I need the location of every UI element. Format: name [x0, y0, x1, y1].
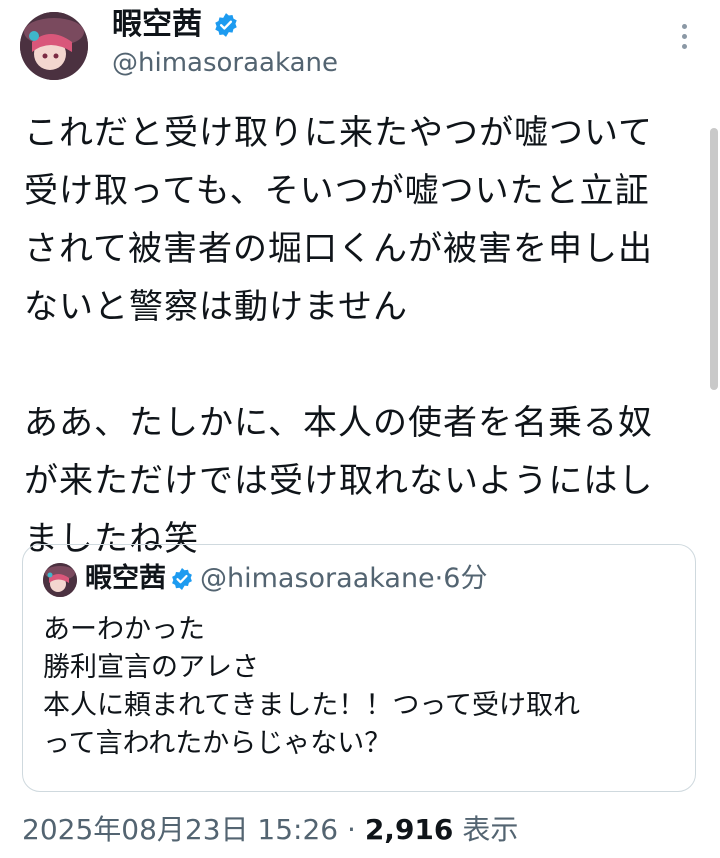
- more-options-icon[interactable]: [672, 24, 696, 54]
- views-label: 表示: [462, 813, 519, 846]
- quoted-tweet-header: 暇空茜 @himasoraakane·6分: [85, 561, 487, 597]
- verified-badge-icon: [172, 568, 192, 590]
- quoted-author-name: 暇空茜: [85, 563, 166, 594]
- quoted-author-handle: @himasoraakane: [200, 563, 435, 594]
- author-avatar[interactable]: [20, 12, 88, 80]
- tweet-meta: 2025年08月23日 15:26 · 2,916 表示: [22, 810, 518, 850]
- quoted-tweet-text: あーわかった 勝利宣言のアレさ 本人に頼まれてきました！！つって受け取れ って言…: [43, 614, 581, 759]
- tweet-text: これだと受け取りに来たやつが嘘ついて 受け取っても、そいつが嘘ついたと立証 され…: [24, 113, 654, 559]
- meta-separator: ·: [347, 813, 356, 846]
- verified-badge-icon: [215, 13, 237, 37]
- quoted-author-avatar: [43, 563, 77, 597]
- tweet-timestamp[interactable]: 2025年08月23日 15:26: [22, 813, 338, 846]
- views-count: 2,916: [364, 813, 454, 846]
- quoted-separator: ·: [434, 563, 444, 594]
- author-display-name[interactable]: 暇空茜: [112, 6, 202, 44]
- scrollbar[interactable]: [710, 128, 718, 390]
- quoted-time: 6分: [443, 563, 488, 594]
- author-handle[interactable]: @himasoraakane: [112, 46, 338, 80]
- quoted-tweet-card[interactable]: 暇空茜 @himasoraakane·6分 あーわかった 勝利宣言のアレさ 本人…: [22, 544, 696, 792]
